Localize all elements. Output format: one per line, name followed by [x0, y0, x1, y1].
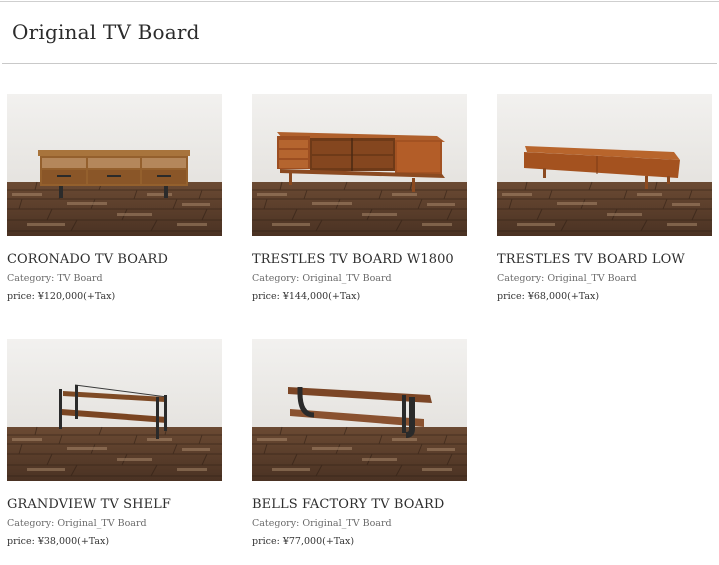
product-card-coronado: CORONADO TV BOARD Category: TV Board pri…	[7, 94, 223, 302]
product-category: Category: Original_TV Board	[252, 273, 468, 284]
category-link[interactable]: Original_TV Board	[57, 518, 146, 529]
product-card-grandview: GRANDVIEW TV SHELF Category: Original_TV…	[7, 339, 223, 547]
price-value: ¥38,000(+Tax)	[37, 536, 110, 547]
product-name-link[interactable]: GRANDVIEW TV SHELF	[7, 497, 223, 512]
category-label: Category:	[7, 273, 55, 284]
category-link[interactable]: Original_TV Board	[547, 273, 636, 284]
category-label: Category:	[7, 518, 55, 529]
product-image-trestles-low[interactable]	[497, 94, 712, 236]
category-label: Category:	[252, 518, 300, 529]
category-link[interactable]: TV Board	[57, 273, 102, 284]
page-header: Original TV Board	[0, 2, 719, 63]
product-card-bells-factory: BELLS FACTORY TV BOARD Category: Origina…	[252, 339, 468, 547]
category-label: Category:	[252, 273, 300, 284]
header-divider	[2, 63, 717, 64]
category-label: Category:	[497, 273, 545, 284]
product-card-trestles-w1800: TRESTLES TV BOARD W1800 Category: Origin…	[252, 94, 468, 302]
product-category: Category: Original_TV Board	[497, 273, 713, 284]
category-link[interactable]: Original_TV Board	[302, 518, 391, 529]
product-price: price: ¥77,000(+Tax)	[252, 536, 468, 547]
category-link[interactable]: Original_TV Board	[302, 273, 391, 284]
price-value: ¥77,000(+Tax)	[282, 536, 355, 547]
price-label: price:	[7, 291, 35, 302]
product-image-bells-factory[interactable]	[252, 339, 467, 481]
product-price: price: ¥38,000(+Tax)	[7, 536, 223, 547]
product-category: Category: Original_TV Board	[7, 518, 223, 529]
product-name-link[interactable]: TRESTLES TV BOARD LOW	[497, 252, 713, 267]
price-value: ¥120,000(+Tax)	[37, 291, 116, 302]
product-price: price: ¥120,000(+Tax)	[7, 291, 223, 302]
product-image-coronado[interactable]	[7, 94, 222, 236]
price-label: price:	[252, 536, 280, 547]
product-name-link[interactable]: TRESTLES TV BOARD W1800	[252, 252, 468, 267]
price-label: price:	[252, 291, 280, 302]
product-price: price: ¥68,000(+Tax)	[497, 291, 713, 302]
price-value: ¥144,000(+Tax)	[282, 291, 361, 302]
product-image-trestles-w1800[interactable]	[252, 94, 467, 236]
page-title: Original TV Board	[12, 20, 200, 44]
product-price: price: ¥144,000(+Tax)	[252, 291, 468, 302]
product-category: Category: Original_TV Board	[252, 518, 468, 529]
product-name-link[interactable]: BELLS FACTORY TV BOARD	[252, 497, 468, 512]
price-label: price:	[497, 291, 525, 302]
product-image-grandview[interactable]	[7, 339, 222, 481]
product-category: Category: TV Board	[7, 273, 223, 284]
price-label: price:	[7, 536, 35, 547]
price-value: ¥68,000(+Tax)	[527, 291, 600, 302]
product-card-trestles-low: TRESTLES TV BOARD LOW Category: Original…	[497, 94, 713, 302]
product-name-link[interactable]: CORONADO TV BOARD	[7, 252, 223, 267]
